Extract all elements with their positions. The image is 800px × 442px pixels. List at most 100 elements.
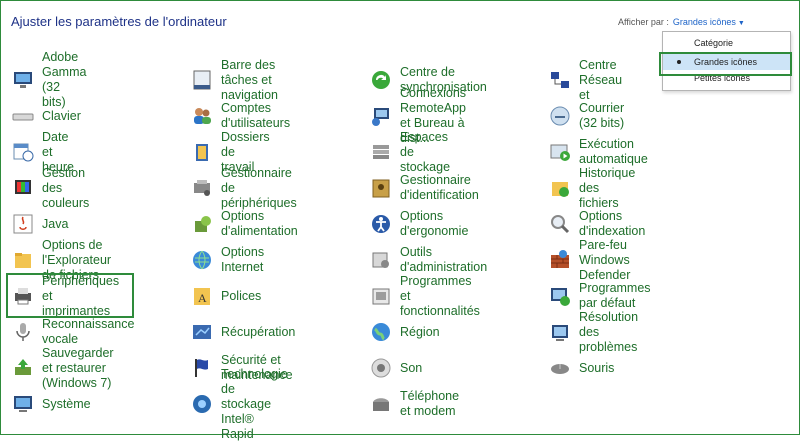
- control-panel-item-label: Pare-feu Windows Defender: [579, 237, 631, 282]
- control-panel-item[interactable]: Barre des tâches et navigation: [191, 58, 278, 102]
- control-panel-item[interactable]: Système: [12, 389, 91, 419]
- control-panel-item[interactable]: Programmes et fonctionnalités: [370, 274, 480, 318]
- internet-icon: [191, 249, 213, 271]
- keyboard-icon: [12, 105, 34, 127]
- programs-icon: [370, 285, 392, 307]
- control-panel-item-label: Options d'alimentation: [221, 209, 298, 238]
- control-panel-item-label: Options d'indexation: [579, 209, 646, 238]
- control-panel-item[interactable]: Région: [370, 317, 440, 347]
- control-panel-item[interactable]: Options Internet: [191, 245, 264, 275]
- microphone-icon: [12, 321, 34, 343]
- control-panel-item[interactable]: Clavier: [12, 101, 81, 131]
- control-panel-item-label: Options Internet: [221, 245, 265, 274]
- control-panel-item[interactable]: Technologie de stockage Intel® Rapid: [191, 367, 288, 441]
- control-panel-item[interactable]: Souris: [549, 353, 614, 383]
- view-option-category[interactable]: Catégorie: [663, 35, 790, 51]
- remoteapp-icon: [370, 105, 392, 127]
- control-panel-item[interactable]: Pare-feu Windows Defender: [549, 238, 630, 282]
- network-icon: [549, 69, 571, 91]
- monitor-icon: [12, 69, 34, 91]
- control-panel-item-label: Programmes et fonctionnalités: [400, 273, 480, 318]
- control-panel-item[interactable]: Dossiers de travail: [191, 130, 270, 174]
- intel-storage-icon: [191, 393, 213, 415]
- control-panel-item[interactable]: Résolution des problèmes: [549, 310, 638, 354]
- control-panel-item[interactable]: Reconnaissance vocale: [12, 317, 134, 347]
- ergonomics-icon: [370, 213, 392, 235]
- control-panel-item-label: Son: [400, 360, 423, 375]
- region-icon: [370, 321, 392, 343]
- control-panel-item-label: Courrier (32 bits): [579, 101, 625, 130]
- control-panel-item[interactable]: Outils d'administration: [370, 245, 487, 275]
- file-history-icon: [549, 177, 571, 199]
- calendar-icon: [12, 141, 34, 163]
- chevron-down-icon[interactable]: ▼: [738, 20, 745, 27]
- control-panel-item[interactable]: Exécution automatique: [549, 137, 648, 167]
- control-panel-item-label: Clavier: [42, 108, 81, 123]
- power-icon: [191, 213, 213, 235]
- storage-icon: [370, 141, 392, 163]
- phone-icon: [370, 393, 392, 415]
- work-folders-icon: [191, 141, 213, 163]
- control-panel-item-label: Résolution des problèmes: [579, 309, 639, 354]
- control-panel-item-label: Reconnaissance vocale: [42, 317, 135, 346]
- flag-icon: [191, 357, 213, 379]
- indexing-icon: [549, 213, 571, 235]
- control-panel-item[interactable]: A Polices: [191, 281, 261, 311]
- control-panel-item-label: Gestionnaire de périphériques: [221, 165, 297, 210]
- control-panel-item[interactable]: Téléphone et modem: [370, 389, 459, 419]
- control-panel-item[interactable]: Options d'ergonomie: [370, 209, 468, 239]
- control-panel-item-label: Programmes par défaut: [579, 281, 651, 310]
- control-panel-item[interactable]: Java: [12, 209, 68, 239]
- control-panel-item-label: Récupération: [221, 324, 296, 339]
- control-panel-item-label: Souris: [579, 360, 615, 375]
- control-panel-item-label: Exécution automatique: [579, 137, 648, 166]
- firewall-icon: [549, 249, 571, 271]
- speaker-icon: [370, 357, 392, 379]
- control-panel-item[interactable]: Sauvegarder et restaurer (Windows 7): [12, 346, 114, 390]
- control-panel-item[interactable]: Comptes d'utilisateurs: [191, 101, 290, 131]
- control-panel-item-label: Gestionnaire d'identification: [400, 173, 479, 202]
- fonts-icon: A: [191, 285, 213, 307]
- highlight-large-icons: [659, 52, 792, 76]
- control-panel-item[interactable]: Options d'alimentation: [191, 209, 298, 239]
- page-title: Ajuster les paramètres de l'ordinateur: [11, 14, 227, 29]
- control-panel-item[interactable]: Gestionnaire d'identification: [370, 173, 479, 203]
- admin-tools-icon: [370, 249, 392, 271]
- view-by-dropdown[interactable]: Grandes icônes: [673, 17, 736, 27]
- control-panel-item-label: Système: [42, 396, 91, 411]
- control-panel-item-label: Téléphone et modem: [400, 389, 460, 418]
- control-panel-item[interactable]: Gestionnaire de périphériques: [191, 166, 297, 210]
- control-panel-item[interactable]: Récupération: [191, 317, 295, 347]
- control-panel-item-label: Comptes d'utilisateurs: [221, 101, 291, 130]
- folder-options-icon: [12, 249, 34, 271]
- autoplay-icon: [549, 141, 571, 163]
- control-panel-item-label: Options d'ergonomie: [400, 209, 469, 238]
- control-panel-item[interactable]: Adobe Gamma (32 bits): [12, 50, 86, 109]
- control-panel-item[interactable]: Options de l'Explorateur de fichiers: [12, 238, 111, 282]
- control-panel-item[interactable]: Espaces de stockage: [370, 130, 450, 174]
- svg-text:A: A: [198, 291, 207, 305]
- control-panel-item-label: Sauvegarder et restaurer (Windows 7): [42, 345, 114, 390]
- highlight-devices-printers: [6, 273, 134, 318]
- system-icon: [12, 393, 34, 415]
- control-panel-item-label: Barre des tâches et navigation: [221, 57, 278, 102]
- view-by-control: Afficher par : Grandes icônes ▼: [618, 17, 745, 27]
- device-manager-icon: [191, 177, 213, 199]
- control-panel-item-label: Historique des fichiers: [579, 165, 636, 210]
- control-panel-item[interactable]: Son: [370, 353, 422, 383]
- control-panel-item[interactable]: Centre Réseau et: [549, 58, 622, 102]
- mouse-icon: [549, 357, 571, 379]
- control-panel-item[interactable]: Courrier (32 bits): [549, 101, 624, 131]
- control-panel-item-label: Polices: [221, 288, 262, 303]
- control-panel-item[interactable]: Gestion des couleurs: [12, 166, 89, 210]
- control-panel-item[interactable]: Connexions RemoteApp et Bureau à dist...: [370, 86, 466, 145]
- control-panel-item[interactable]: Date et heure: [12, 130, 74, 174]
- java-icon: [12, 213, 34, 235]
- control-panel-item[interactable]: Programmes par défaut: [549, 281, 651, 311]
- control-panel-item-label: Centre Réseau et: [579, 57, 623, 102]
- control-panel-item[interactable]: Options d'indexation: [549, 209, 645, 239]
- control-panel-item-label: Espaces de stockage: [400, 129, 451, 174]
- credential-icon: [370, 177, 392, 199]
- control-panel-item-label: Outils d'administration: [400, 245, 488, 274]
- control-panel-item[interactable]: Historique des fichiers: [549, 166, 635, 210]
